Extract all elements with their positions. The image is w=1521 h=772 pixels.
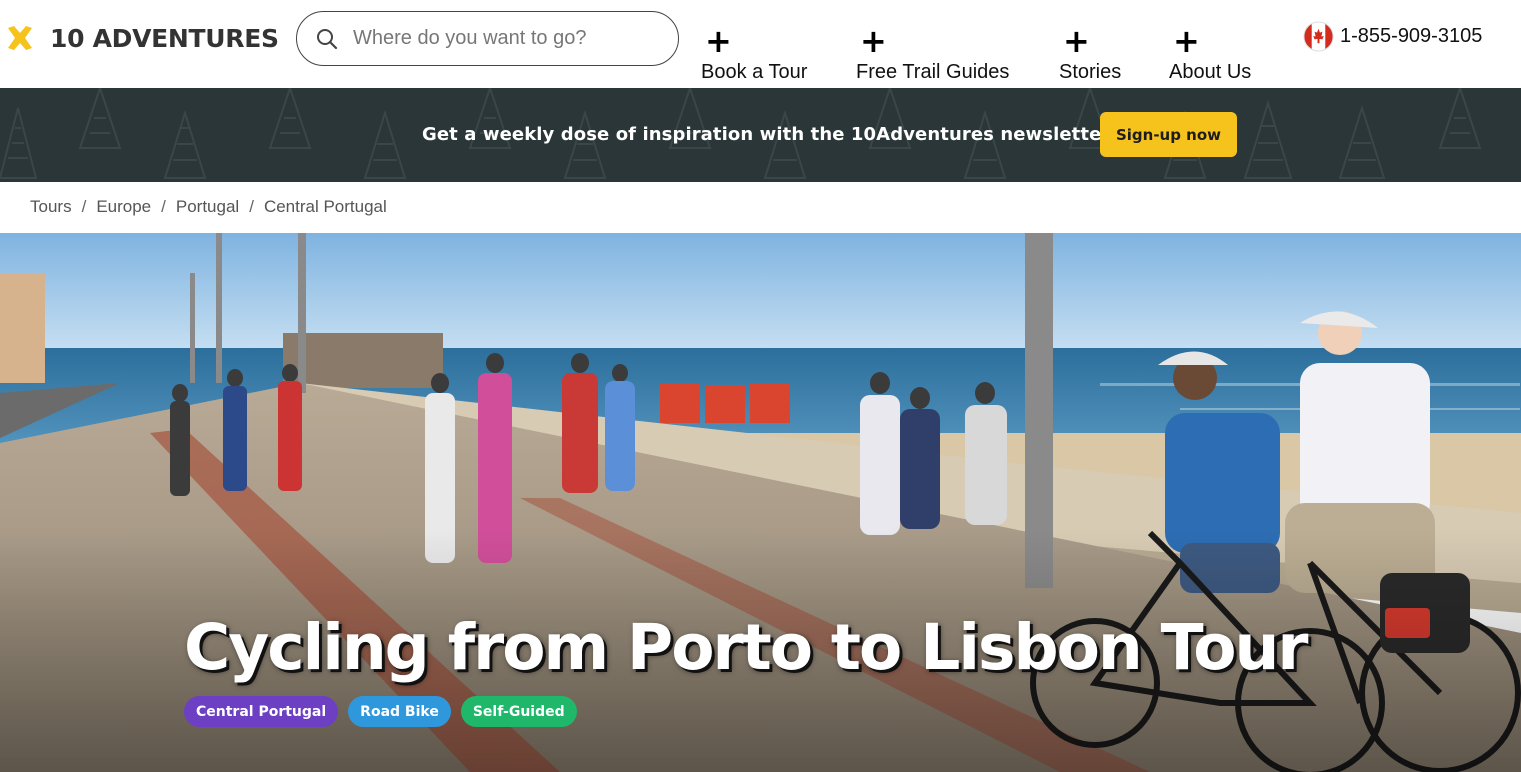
phone-contact[interactable]: 1-855-909-3105 [1303, 21, 1482, 52]
tour-tags: Central Portugal Road Bike Self-Guided [184, 696, 577, 727]
plus-icon: + [705, 22, 732, 60]
newsletter-text: Get a weekly dose of inspiration with th… [422, 124, 1119, 145]
hero-section: Cycling from Porto to Lisbon Tour Centra… [0, 233, 1521, 772]
breadcrumb-central-portugal[interactable]: Central Portugal [264, 197, 387, 217]
plus-icon: + [1173, 22, 1200, 60]
logo[interactable]: 10 ADVENTURES [4, 22, 279, 54]
site-header: 10 ADVENTURES + Book a Tour + Free Trail… [0, 0, 1521, 88]
search-box[interactable] [296, 11, 679, 66]
nav-item-book-a-tour[interactable]: + Book a Tour [701, 22, 808, 84]
page-title: Cycling from Porto to Lisbon Tour [184, 611, 1308, 684]
tag-self-guided[interactable]: Self-Guided [460, 696, 577, 727]
nav-label: Book a Tour [701, 61, 808, 83]
nav-label: About Us [1169, 61, 1252, 83]
signup-button[interactable]: Sign-up now [1100, 112, 1237, 157]
breadcrumb-separator: / [161, 197, 166, 216]
search-icon [317, 28, 338, 49]
search-input[interactable] [353, 27, 653, 50]
canada-flag-icon [1303, 21, 1334, 52]
breadcrumb-separator: / [81, 197, 87, 216]
plus-icon: + [860, 22, 887, 60]
breadcrumb-tours[interactable]: Tours [30, 197, 72, 217]
logo-text: 10 ADVENTURES [50, 23, 279, 53]
breadcrumb-portugal[interactable]: Portugal [176, 197, 239, 217]
nav-label: Free Trail Guides [856, 61, 1010, 83]
nav-label: Stories [1059, 61, 1122, 83]
breadcrumb-europe[interactable]: Europe [96, 197, 151, 217]
hero-photo-cyclists-promenade [0, 233, 1521, 772]
tag-road-bike[interactable]: Road Bike [348, 696, 451, 727]
nav-item-free-trail-guides[interactable]: + Free Trail Guides [856, 22, 1010, 84]
plus-icon: + [1063, 22, 1090, 60]
breadcrumb: Tours / Europe / Portugal / Central Port… [30, 197, 387, 217]
phone-number: 1-855-909-3105 [1340, 25, 1483, 47]
tag-central-portugal[interactable]: Central Portugal [184, 696, 339, 727]
nav-item-stories[interactable]: + Stories [1059, 22, 1122, 84]
nav-item-about-us[interactable]: + About Us [1169, 22, 1252, 84]
breadcrumb-separator: / [249, 197, 254, 216]
newsletter-banner: Get a weekly dose of inspiration with th… [0, 88, 1521, 182]
logo-x-icon [8, 26, 32, 50]
